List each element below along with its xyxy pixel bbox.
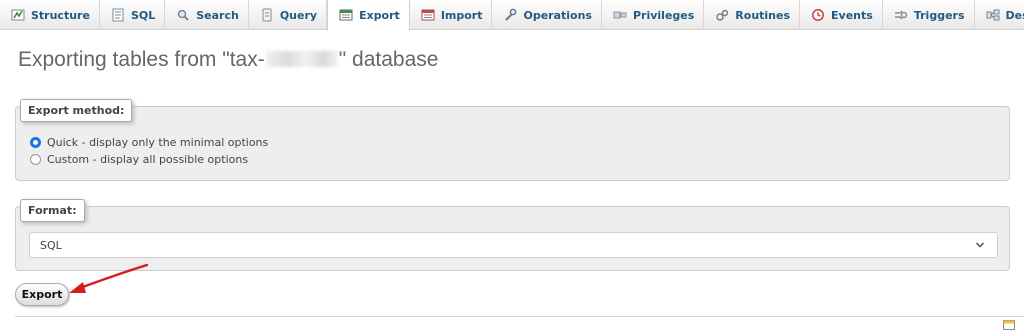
tab-search[interactable]: Search: [165, 0, 249, 30]
export-button[interactable]: Export: [15, 283, 69, 306]
tab-export[interactable]: Export: [327, 0, 410, 31]
structure-icon: [11, 8, 25, 22]
custom-radio[interactable]: [30, 154, 41, 165]
tab-triggers[interactable]: Triggers: [883, 0, 975, 30]
export-method-fieldset: Export method: Quick - display only the …: [15, 99, 1010, 181]
tab-export-label: Export: [359, 8, 400, 22]
tab-bar: Structure SQL Search Query Export Import: [0, 0, 1024, 31]
tab-query[interactable]: Query: [249, 0, 328, 30]
tab-search-label: Search: [196, 8, 239, 22]
tab-privileges[interactable]: Privileges: [602, 0, 705, 30]
divider: [15, 316, 1024, 317]
tab-operations-label: Operations: [523, 8, 592, 22]
sql-icon: [111, 8, 125, 22]
chevron-down-icon: [975, 240, 985, 250]
quick-option[interactable]: Quick - display only the minimal options: [30, 136, 268, 149]
tab-events-label: Events: [831, 8, 873, 22]
tab-structure[interactable]: Structure: [0, 0, 100, 30]
tab-structure-label: Structure: [31, 8, 90, 22]
page-title: Exporting tables from "tax- " database: [18, 48, 438, 72]
custom-option-label[interactable]: Custom - display all possible options: [47, 153, 248, 166]
format-select[interactable]: SQL: [29, 232, 998, 258]
page-title-suffix: " database: [338, 48, 439, 71]
page-title-prefix: Exporting tables from "tax-: [18, 48, 265, 71]
format-selected-value: SQL: [40, 239, 62, 252]
tab-events[interactable]: Events: [800, 0, 883, 30]
tab-routines-label: Routines: [735, 8, 791, 22]
triggers-icon: [894, 8, 908, 22]
tab-sql-label: SQL: [130, 8, 156, 22]
tab-query-label: Query: [279, 8, 318, 22]
tab-designer-label: Designer: [1005, 8, 1024, 22]
tab-import[interactable]: Import: [410, 0, 493, 30]
clock-icon: [811, 8, 825, 22]
tab-triggers-label: Triggers: [913, 8, 965, 22]
annotation-arrow-icon: [69, 263, 149, 293]
privileges-icon: [613, 8, 627, 22]
export-icon: [339, 8, 353, 22]
tab-designer[interactable]: Designer: [975, 0, 1024, 30]
quick-radio[interactable]: [30, 137, 41, 148]
designer-icon: [986, 8, 1000, 22]
tab-privileges-label: Privileges: [632, 8, 695, 22]
wrench-icon: [503, 8, 517, 22]
tab-routines[interactable]: Routines: [704, 0, 801, 30]
quick-option-label[interactable]: Quick - display only the minimal options: [47, 136, 268, 149]
export-method-legend: Export method:: [20, 99, 133, 122]
routines-icon: [715, 8, 729, 22]
redacted-database-name: [265, 51, 338, 67]
tab-sql[interactable]: SQL: [100, 0, 166, 30]
format-legend: Format:: [20, 199, 85, 222]
tab-import-label: Import: [440, 8, 483, 22]
import-icon: [421, 8, 435, 22]
console-icon[interactable]: [1003, 320, 1015, 330]
tab-operations[interactable]: Operations: [492, 0, 602, 30]
format-fieldset: Format: SQL: [15, 199, 1010, 271]
search-icon: [176, 8, 190, 22]
query-icon: [260, 8, 274, 22]
custom-option[interactable]: Custom - display all possible options: [30, 153, 248, 166]
